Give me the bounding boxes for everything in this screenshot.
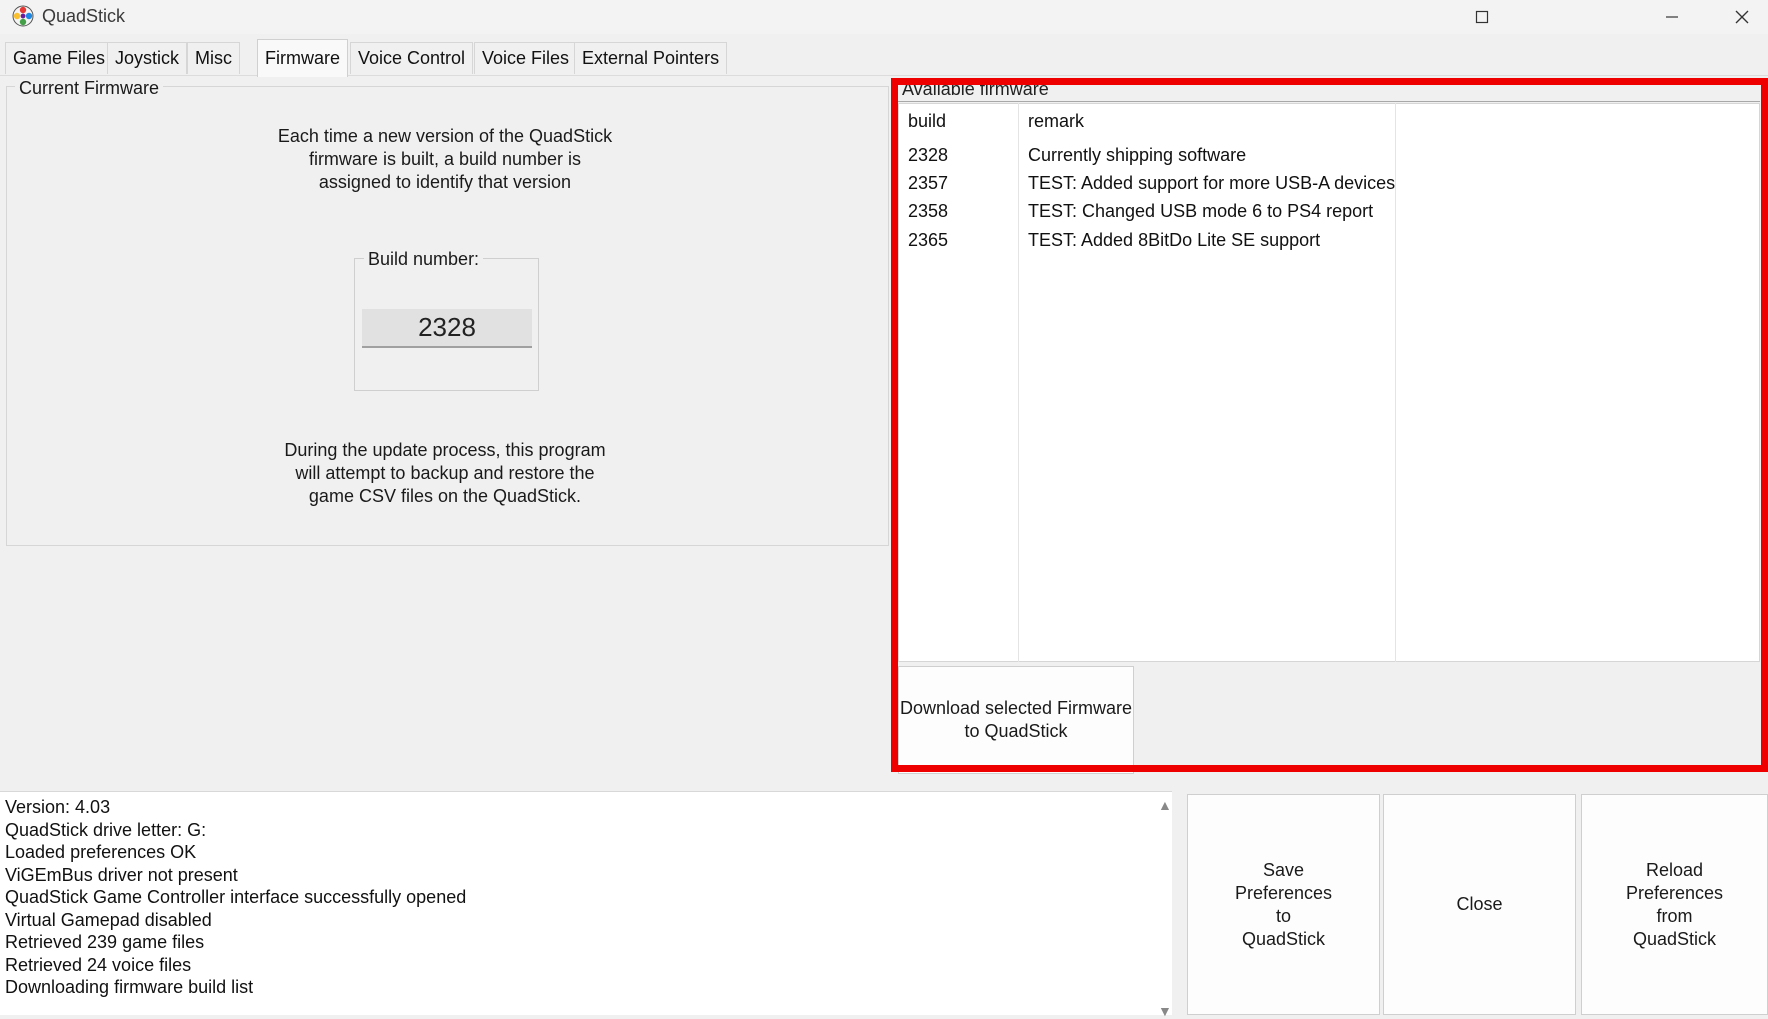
intro-line: firmware is built, a build number is <box>308 149 582 169</box>
current-firmware-legend: Current Firmware <box>15 78 164 99</box>
save-button-line: to <box>1275 905 1291 926</box>
reload-button-line: QuadStick <box>1632 928 1717 949</box>
update-note-text: During the update process, this program … <box>270 439 620 508</box>
highlight-box <box>891 78 1768 772</box>
save-button-line: Preferences <box>1234 882 1333 903</box>
log-line: Version: 4.03 <box>5 797 111 817</box>
note-line: During the update process, this program <box>284 440 606 460</box>
log-line: Downloading firmware build list <box>5 977 254 997</box>
log-line: ViGEmBus driver not present <box>5 865 238 885</box>
reload-preferences-button[interactable]: Reload Preferences from QuadStick <box>1581 794 1768 1015</box>
save-preferences-button[interactable]: Save Preferences to QuadStick <box>1187 794 1380 1015</box>
reload-button-line: from <box>1656 905 1693 926</box>
maximize-icon[interactable] <box>1447 0 1517 34</box>
reload-button-line: Reload <box>1645 859 1704 880</box>
tab-game-files[interactable]: Game Files <box>5 42 114 74</box>
scroll-down-arrow-icon[interactable]: ▼ <box>1158 1003 1172 1019</box>
close-button[interactable]: Close <box>1383 794 1576 1015</box>
note-line: game CSV files on the QuadStick. <box>308 486 582 506</box>
intro-line: Each time a new version of the QuadStick <box>277 126 613 146</box>
minimize-icon[interactable] <box>1637 0 1707 34</box>
log-line: Virtual Gamepad disabled <box>5 910 212 930</box>
note-line: will attempt to backup and restore the <box>295 463 595 483</box>
tab-misc[interactable]: Misc <box>187 42 240 74</box>
tab-voice-files[interactable]: Voice Files <box>474 42 578 74</box>
log-line: QuadStick Game Controller interface succ… <box>5 887 467 907</box>
save-button-line: Save <box>1262 859 1305 880</box>
tab-joystick[interactable]: Joystick <box>107 42 188 74</box>
window-title: QuadStick <box>42 6 126 26</box>
tab-firmware[interactable]: Firmware <box>257 39 348 77</box>
close-window-icon[interactable] <box>1707 0 1768 34</box>
scroll-up-arrow-icon[interactable]: ▲ <box>1158 797 1172 813</box>
intro-line: assigned to identify that version <box>318 172 572 192</box>
log-line: QuadStick drive letter: G: <box>5 820 207 840</box>
log-line: Loaded preferences OK <box>5 842 197 862</box>
reload-button-line: Preferences <box>1625 882 1724 903</box>
save-button-line: QuadStick <box>1241 928 1326 949</box>
firmware-intro-text: Each time a new version of the QuadStick… <box>255 125 635 194</box>
log-line: Retrieved 239 game files <box>5 932 205 952</box>
tab-external-pointers[interactable]: External Pointers <box>574 42 728 74</box>
build-number-label: Build number: <box>364 249 484 270</box>
close-button-label: Close <box>1456 894 1503 914</box>
quadstick-app-icon <box>12 5 34 27</box>
log-line: Retrieved 24 voice files <box>5 955 192 975</box>
tab-voice-control[interactable]: Voice Control <box>350 42 474 74</box>
build-number-value: 2328 <box>362 309 532 348</box>
